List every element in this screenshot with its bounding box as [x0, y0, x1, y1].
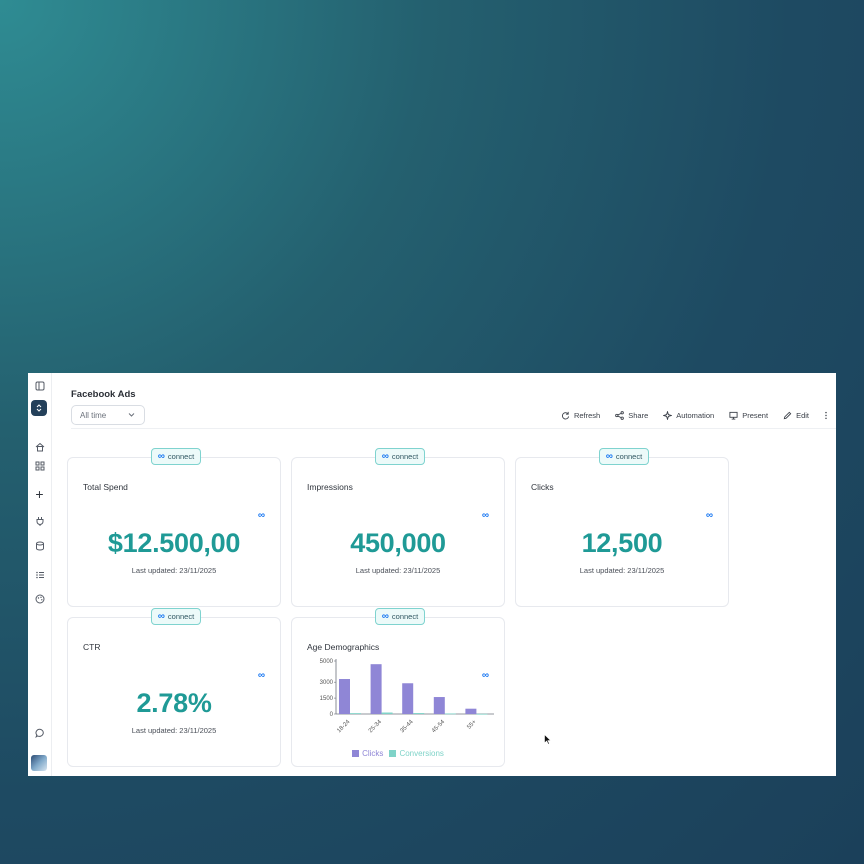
sidebar-toggle-icon[interactable]: [33, 379, 46, 392]
automation-button[interactable]: Automation: [663, 410, 715, 420]
bar-clicks: [433, 697, 445, 714]
chart-card-age-demographics[interactable]: ∞ connect Age Demographics ∞ 0 1500 3000 500…: [291, 608, 505, 767]
y-tick-label: 3000: [320, 680, 334, 686]
workspace-switcher-icon[interactable]: [31, 400, 47, 416]
monitor-icon: [729, 411, 738, 420]
metric-card-impressions[interactable]: ∞ connect Impressions ∞ 450,000 Last upda…: [291, 448, 505, 607]
home-icon[interactable]: [33, 440, 46, 453]
metric-card-clicks[interactable]: ∞ connect Clicks ∞ 12,500 Last updated: 2…: [515, 448, 729, 607]
toolbar: Refresh Share Automation Present Edit: [561, 408, 828, 422]
edit-button[interactable]: Edit: [783, 411, 809, 420]
connect-label: connect: [167, 452, 195, 461]
legend-item[interactable]: Clicks: [352, 749, 383, 758]
last-updated: Last updated: 23/11/2025: [131, 726, 217, 735]
meta-icon: ∞: [157, 450, 165, 462]
meta-logo-icon: ∞: [481, 510, 489, 521]
bar-conversions: [381, 712, 393, 714]
meta-logo-icon: ∞: [257, 510, 265, 521]
legend-swatch: [352, 750, 360, 757]
database-icon[interactable]: [33, 539, 46, 552]
chat-icon[interactable]: [33, 726, 46, 739]
date-range-value: All time: [80, 410, 107, 420]
chevron-down-icon: [128, 411, 135, 420]
meta-icon: ∞: [605, 450, 613, 462]
sparkle-icon: [663, 410, 673, 420]
metric-value: 12,500: [581, 528, 663, 558]
refresh-button[interactable]: Refresh: [561, 411, 600, 420]
last-updated: Last updated: 23/11/2025: [131, 566, 217, 575]
present-label: Present: [742, 410, 769, 420]
bar-conversions: [476, 713, 488, 715]
card-title: Total Spend: [83, 482, 128, 492]
card-title: Clicks: [531, 482, 554, 492]
y-tick-label: 1500: [320, 696, 334, 702]
toolbar-divider: [71, 428, 836, 429]
meta-icon: ∞: [157, 610, 165, 622]
last-updated: Last updated: 23/11/2025: [579, 566, 665, 575]
edit-label: Edit: [796, 410, 809, 420]
x-tick-label: 35-44: [400, 719, 416, 735]
share-icon: [615, 410, 625, 420]
bar-clicks: [402, 683, 414, 714]
y-tick-label: 5000: [320, 659, 334, 665]
metric-card-ctr[interactable]: ∞ connect CTR ∞ 2.78% Last updated: 23/11…: [67, 608, 281, 767]
date-range-select[interactable]: All time: [71, 405, 145, 425]
metric-card-total-spend[interactable]: ∞ connect Total Spend ∞ $12.500,00 Last u…: [67, 448, 281, 607]
meta-icon: ∞: [381, 450, 389, 462]
more-options-icon[interactable]: [824, 411, 828, 420]
metric-value: 2.78%: [136, 688, 212, 718]
refresh-label: Refresh: [573, 410, 601, 420]
pencil-icon: [783, 411, 792, 419]
share-button[interactable]: Share: [615, 411, 648, 420]
legend-label: Conversions: [399, 749, 444, 758]
automation-label: Automation: [676, 410, 715, 420]
connect-badge[interactable]: ∞ connect: [151, 608, 201, 625]
main-content: Facebook Ads All time Refresh Share Auto…: [52, 373, 836, 776]
chart-legend: Clicks Conversions: [292, 749, 504, 758]
refresh-icon: [561, 411, 570, 419]
add-icon[interactable]: +: [33, 487, 46, 501]
age-demographics-chart: 0 1500 3000 5000 18-24 25-34 35-44 45-54 55+: [320, 659, 494, 735]
bar-clicks: [339, 679, 350, 714]
connect-label: connect: [615, 452, 643, 461]
connect-badge[interactable]: ∞ connect: [375, 448, 425, 465]
bar-clicks: [370, 664, 382, 714]
connect-badge[interactable]: ∞ connect: [151, 448, 201, 465]
bar-clicks: [465, 708, 477, 714]
metric-value: 450,000: [350, 528, 446, 558]
legend-label: Clicks: [362, 749, 384, 758]
avatar[interactable]: [31, 755, 47, 771]
meta-logo-icon: ∞: [257, 670, 265, 681]
palette-icon[interactable]: [33, 592, 46, 605]
card-title: Impressions: [307, 482, 353, 492]
mouse-cursor-icon: [544, 734, 552, 745]
x-tick-label: 55+: [466, 719, 478, 731]
x-tick-label: 18-24: [336, 719, 352, 735]
app-window: + Facebook Ads All time Refresh Share Au…: [28, 373, 836, 776]
sidebar-rail: +: [28, 373, 52, 776]
last-updated: Last updated: 23/11/2025: [355, 566, 441, 575]
connect-label: connect: [167, 612, 195, 621]
meta-logo-icon: ∞: [705, 510, 713, 521]
bar-conversions: [350, 713, 361, 714]
bar-conversions: [444, 713, 456, 715]
plug-icon[interactable]: [33, 514, 46, 527]
connect-badge[interactable]: ∞ connect: [599, 448, 649, 465]
x-tick-label: 25-34: [368, 719, 384, 735]
apps-grid-icon[interactable]: [33, 459, 46, 472]
x-tick-label: 45-54: [431, 719, 447, 735]
metric-value: $12.500,00: [107, 528, 241, 558]
present-button[interactable]: Present: [729, 411, 768, 420]
share-label: Share: [628, 410, 649, 420]
legend-swatch: [389, 750, 397, 757]
page-title: Facebook Ads: [71, 389, 136, 400]
connect-label: connect: [391, 452, 419, 461]
bar-conversions: [413, 713, 425, 714]
legend-item[interactable]: Conversions: [389, 749, 444, 758]
card-title: CTR: [83, 642, 101, 652]
checklist-icon[interactable]: [33, 568, 46, 581]
y-tick-label: 0: [330, 712, 334, 718]
